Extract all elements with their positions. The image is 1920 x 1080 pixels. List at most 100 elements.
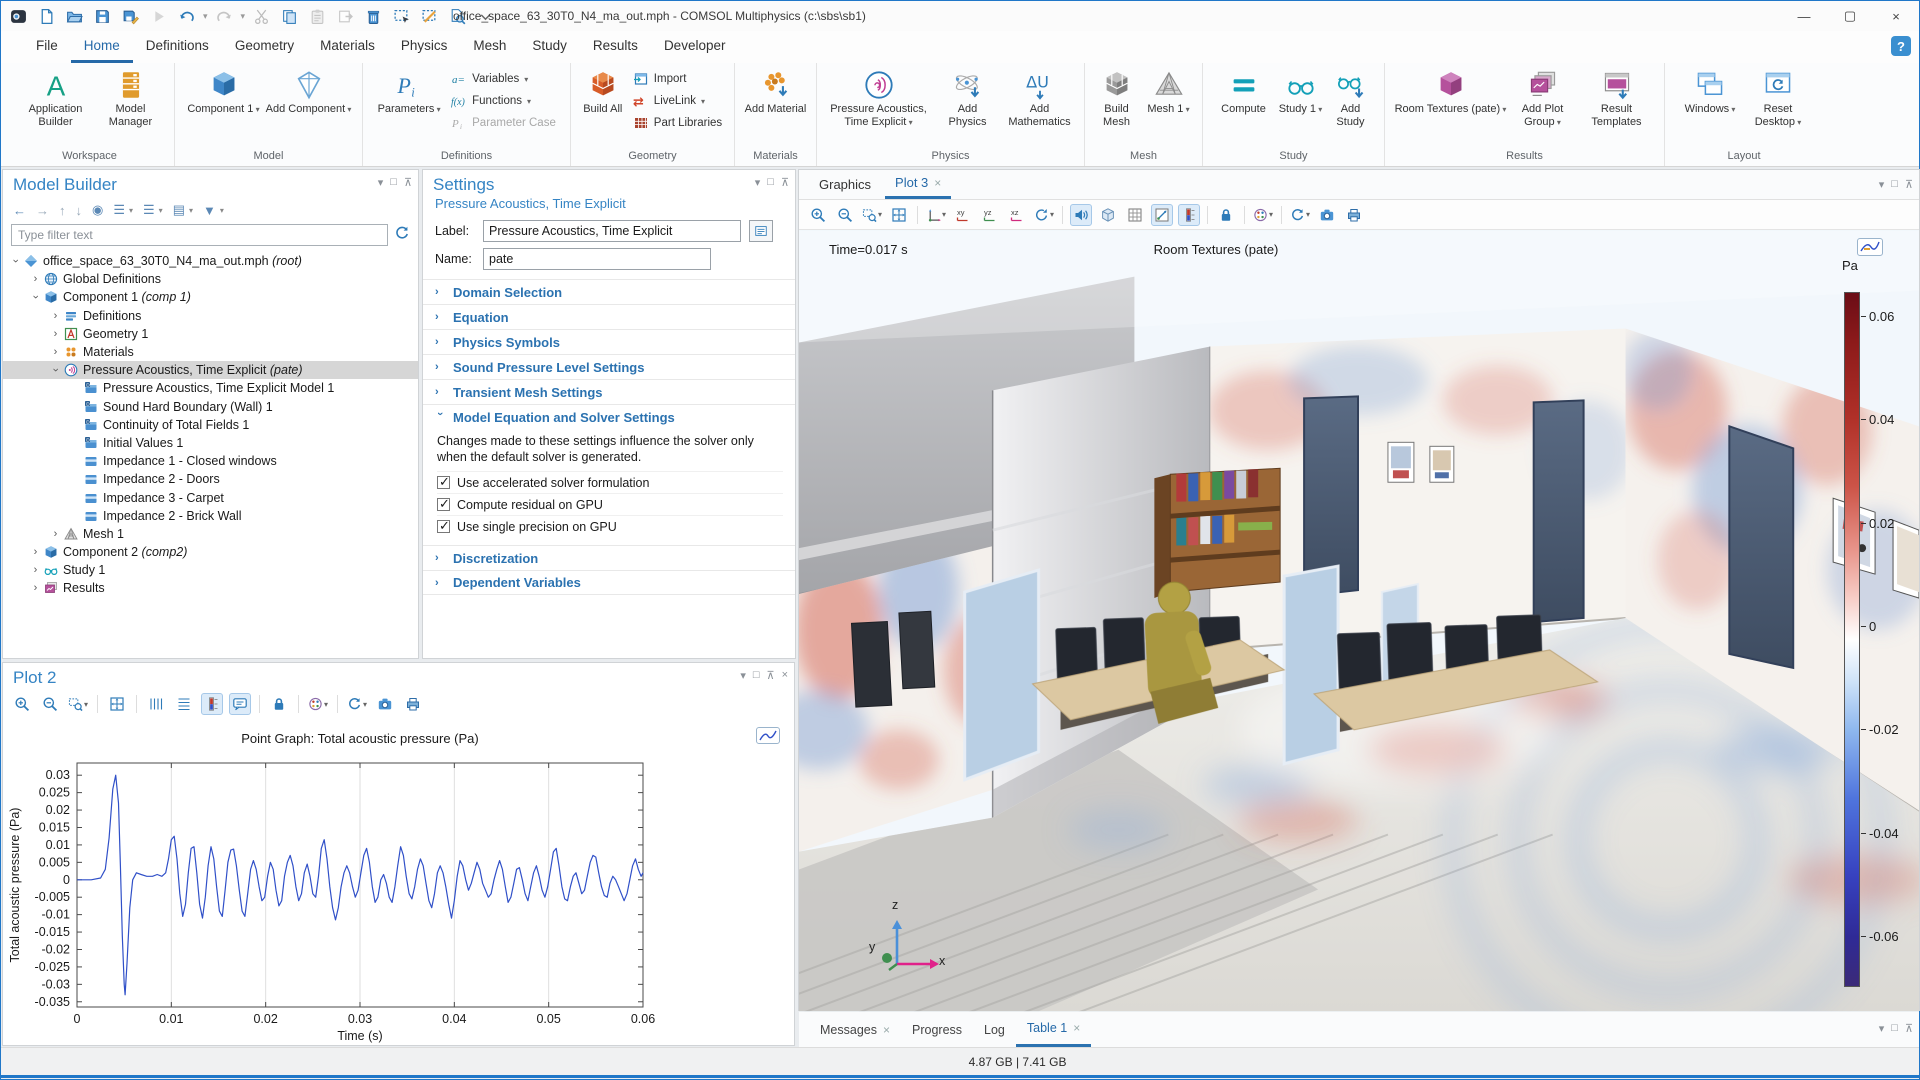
menu-item-developer[interactable]: Developer (651, 31, 739, 63)
run-button[interactable] (149, 7, 168, 26)
compute-button[interactable]: Compute (1213, 65, 1275, 116)
close-icon[interactable]: × (1073, 1021, 1080, 1035)
collapse-tree-icon[interactable]: ☰ (143, 202, 155, 218)
rotate-view-icon[interactable]: ▾ (1033, 204, 1055, 226)
move-down-icon[interactable]: ↓ (76, 203, 83, 218)
tab-graphics[interactable]: Graphics (809, 169, 881, 199)
mesh-1-button[interactable]: Mesh 1 (1143, 65, 1195, 117)
panel-pin-icon[interactable]: ⊼ (404, 176, 412, 189)
paste-button[interactable] (308, 7, 327, 26)
part-libraries-button[interactable]: Part Libraries (629, 114, 726, 132)
tree-expander-icon[interactable]: › (29, 273, 42, 285)
import-button[interactable]: Import (629, 70, 726, 88)
panel-float-icon[interactable]: □ (753, 669, 760, 682)
tree-item[interactable]: › Mesh 1 (3, 525, 418, 543)
application-builder-button[interactable]: A Application Builder (16, 65, 96, 128)
panel-pin-icon[interactable]: ⊼ (781, 176, 789, 189)
section-spl-settings[interactable]: › Sound Pressure Level Settings (423, 354, 795, 379)
panel-float-icon[interactable]: □ (767, 176, 774, 189)
snapshot-camera-icon[interactable] (374, 693, 396, 715)
maximize-button[interactable]: ▢ (1827, 1, 1873, 31)
redo-dropdown-icon[interactable]: ▾ (241, 11, 246, 22)
delete-button[interactable] (364, 7, 383, 26)
plot-refresh-icon[interactable]: ▾ (1289, 204, 1311, 226)
tree-item[interactable]: Impedance 3 - Carpet (3, 488, 418, 506)
view-yz-icon[interactable] (979, 204, 1001, 226)
menu-item-file[interactable]: File (23, 31, 71, 63)
parameter-case-button[interactable]: Pi Parameter Case (447, 114, 560, 132)
parameters-button[interactable]: Pi Parameters (373, 65, 445, 117)
tree-expander-icon[interactable]: › (29, 546, 42, 558)
sound-toggle-icon[interactable] (1070, 203, 1092, 226)
refresh-icon[interactable] (394, 225, 410, 246)
section-equation[interactable]: › Equation (423, 304, 795, 329)
funnel-dropdown-icon[interactable]: ▾ (220, 206, 224, 215)
tree-expander-icon[interactable]: › (29, 582, 42, 594)
section-dependent-variables[interactable]: › Dependent Variables (423, 570, 795, 595)
tree-item[interactable]: › Component 1 (comp 1) (3, 288, 418, 306)
tree-expander-icon[interactable]: › (49, 328, 62, 340)
section-domain-selection[interactable]: › Domain Selection (423, 279, 795, 304)
tree-expander-icon[interactable]: › (30, 291, 42, 304)
lock-axes-icon[interactable] (268, 693, 290, 715)
checkbox[interactable] (437, 474, 450, 490)
tree-expander-icon[interactable]: › (50, 364, 62, 377)
section-model-equation[interactable]: › Model Equation and Solver Settings (423, 404, 795, 429)
undo-dropdown-icon[interactable]: ▾ (203, 11, 208, 22)
panel-menu-icon[interactable]: ▾ (1879, 1022, 1885, 1035)
new-file-button[interactable] (37, 7, 56, 26)
component-1-button[interactable]: Component 1 (185, 65, 263, 117)
section-discretization[interactable]: › Discretization (423, 545, 795, 570)
tab-progress[interactable]: Progress (901, 1012, 973, 1047)
checkbox[interactable] (437, 518, 450, 534)
tree-item[interactable]: › Global Definitions (3, 270, 418, 288)
tree-item[interactable]: › Pressure Acoustics, Time Explicit (pate… (3, 361, 418, 380)
tree-expander-icon[interactable]: › (49, 346, 62, 358)
tree-item[interactable]: › Results (3, 579, 418, 597)
forward-arrow-icon[interactable]: → (36, 203, 49, 218)
tree-item[interactable]: Continuity of Total Fields 1 (3, 416, 418, 434)
tree-item[interactable]: › office_space_63_30T0_N4_ma_out.mph (roo… (3, 252, 418, 270)
windows-button[interactable]: Windows (1677, 65, 1743, 117)
tree-expander-icon[interactable]: › (49, 310, 62, 322)
plot2-mini-plot-button[interactable] (756, 727, 780, 744)
lock-view-icon[interactable] (1215, 204, 1237, 226)
add-study-button[interactable]: Add Study (1327, 65, 1375, 128)
variables-button[interactable]: a= Variables (447, 70, 560, 88)
color-legend-toggle-icon[interactable] (201, 693, 223, 715)
panel-pin-icon[interactable]: ⊼ (1905, 1022, 1913, 1035)
color-palette-icon[interactable]: ▾ (307, 693, 329, 715)
build-mesh-button[interactable]: Build Mesh (1093, 65, 1141, 128)
panel-float-icon[interactable]: □ (1891, 1022, 1898, 1035)
view-xy-icon[interactable] (952, 204, 974, 226)
tree-item[interactable]: Impedance 1 - Closed windows (3, 452, 418, 470)
add-plot-group-button[interactable]: Add Plot Group (1509, 65, 1577, 129)
zoom-in-icon[interactable] (807, 204, 829, 226)
panel-menu-icon[interactable]: ▾ (378, 176, 384, 189)
save-button[interactable] (93, 7, 112, 26)
tree-item[interactable]: Impedance 2 - Doors (3, 470, 418, 488)
tree-item[interactable]: › Definitions (3, 307, 418, 325)
tree-item[interactable]: Initial Values 1 (3, 434, 418, 452)
section-transient-mesh[interactable]: › Transient Mesh Settings (423, 379, 795, 404)
result-templates-button[interactable]: Result Templates (1579, 65, 1655, 128)
section-physics-symbols[interactable]: › Physics Symbols (423, 329, 795, 354)
build-all-button[interactable]: Build All (579, 65, 627, 116)
axes-toggle-icon[interactable] (1151, 203, 1173, 226)
study-1-button[interactable]: Study 1 (1277, 65, 1325, 117)
expand-dropdown-icon[interactable]: ▾ (129, 206, 133, 215)
tree-item[interactable]: Impedance 2 - Brick Wall (3, 507, 418, 525)
menu-item-definitions[interactable]: Definitions (133, 31, 222, 63)
save-as-button[interactable] (121, 7, 140, 26)
minimize-button[interactable]: — (1781, 1, 1827, 31)
menu-item-results[interactable]: Results (580, 31, 651, 63)
panel-close-icon[interactable]: × (782, 669, 788, 682)
redo-button[interactable] (215, 7, 234, 26)
x-grid-icon[interactable] (145, 693, 167, 715)
panel-pin-icon[interactable]: ⊼ (1905, 178, 1913, 191)
tree-item[interactable]: › Materials (3, 343, 418, 361)
close-button[interactable]: × (1873, 1, 1919, 31)
select-box-button[interactable] (392, 7, 411, 26)
zoom-out-icon[interactable] (39, 693, 61, 715)
add-material-button[interactable]: Add Material (744, 65, 808, 116)
